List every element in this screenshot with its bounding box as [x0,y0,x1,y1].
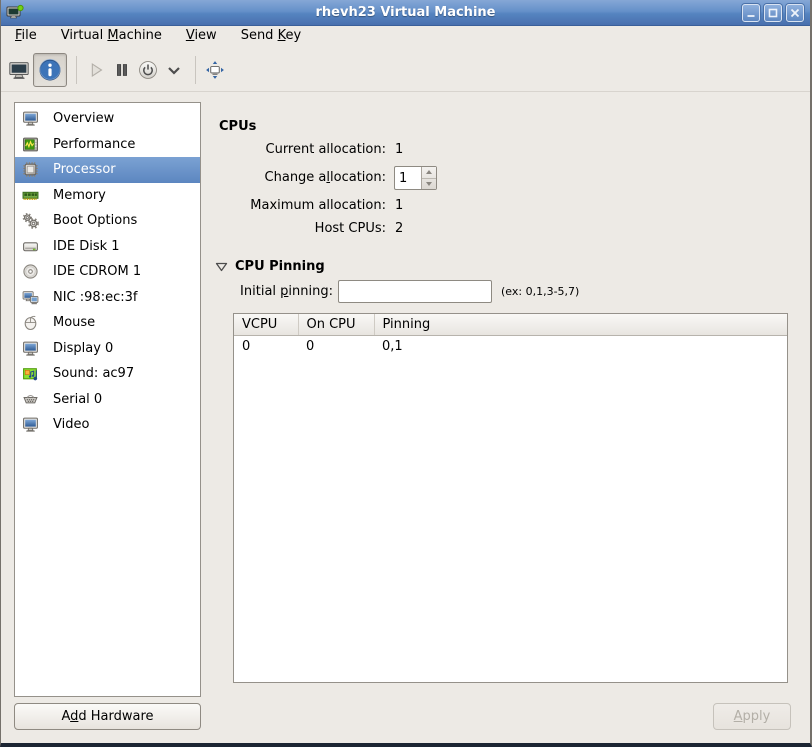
sidebar-item-performance[interactable]: Performance [15,132,200,158]
column-header-pinning[interactable]: Pinning [374,314,787,335]
maximum-allocation-label: Maximum allocation: [219,198,386,213]
table-row[interactable]: 0 0 0,1 [234,335,787,357]
sidebar-item-sound[interactable]: Sound: ac97 [15,361,200,387]
cell-on-cpu: 0 [298,335,374,357]
console-icon [8,58,30,82]
titlebar[interactable]: rhevh23 Virtual Machine [1,0,810,26]
add-hardware-button[interactable]: Add Hardware [14,703,201,730]
menu-view[interactable]: View [174,26,229,48]
sidebar-item-display-0[interactable]: Display 0 [15,336,200,362]
sidebar-item-ide-cdrom-1[interactable]: IDE CDROM 1 [15,259,200,285]
menubar: File Virtual Machine View Send Key [1,26,810,48]
cdrom-disc-icon [22,263,39,280]
sidebar-item-ide-disk-1[interactable]: IDE Disk 1 [15,234,200,260]
shutdown-power-icon [137,57,159,83]
initial-pinning-label: Initial pinning: [219,284,333,299]
monitor-icon [22,340,39,357]
menu-virtual-machine[interactable]: Virtual Machine [49,26,174,48]
change-allocation-input[interactable] [395,167,421,189]
sidebar-item-video[interactable]: Video [15,412,200,438]
network-icon [22,289,39,306]
run-button[interactable] [84,53,108,87]
sidebar-item-nic[interactable]: NIC :98:ec:3f [15,285,200,311]
initial-pinning-input[interactable] [338,280,492,303]
pause-icon [111,58,133,82]
pause-button[interactable] [110,53,134,87]
content-area: Overview Performance Processor Memory Bo… [1,92,810,743]
current-allocation-value: 1 [395,142,403,157]
pinning-format-hint: (ex: 0,1,3-5,7) [501,285,579,298]
monitor-icon [22,416,39,433]
details-button[interactable] [33,53,67,87]
spinner-up-icon[interactable] [422,167,436,179]
sidebar-item-boot-options[interactable]: Boot Options [15,208,200,234]
sidebar-item-mouse[interactable]: Mouse [15,310,200,336]
current-allocation-label: Current allocation: [219,142,386,157]
mouse-icon [22,314,39,331]
monitor-icon [22,110,39,127]
hardware-list: Overview Performance Processor Memory Bo… [14,102,201,697]
cpu-pinning-heading[interactable]: CPU Pinning [235,259,325,274]
apply-button[interactable]: Apply [713,703,791,730]
run-play-icon [85,58,107,82]
sound-card-icon [22,365,39,382]
console-button[interactable] [7,53,31,87]
change-allocation-spinner[interactable] [394,166,437,190]
cpu-chip-icon [22,161,39,178]
cell-pinning: 0,1 [374,335,787,357]
serial-port-icon [22,391,39,408]
sidebar-item-memory[interactable]: Memory [15,183,200,209]
hard-disk-icon [22,238,39,255]
shutdown-button[interactable] [136,53,160,87]
sidebar-item-processor[interactable]: Processor [15,157,200,183]
toolbar [1,48,810,92]
toolbar-separator [195,56,196,84]
performance-chart-icon [22,136,39,153]
shutdown-menu-button[interactable] [162,53,186,87]
expander-open-icon[interactable] [215,261,228,273]
details-info-icon [37,57,63,83]
fullscreen-button[interactable] [203,53,227,87]
spinner-down-icon[interactable] [422,179,436,190]
chevron-down-icon [165,61,183,79]
menu-file[interactable]: File [3,26,49,48]
fullscreen-icon [204,57,226,83]
sidebar-item-serial-0[interactable]: Serial 0 [15,387,200,413]
ram-icon [22,187,39,204]
column-header-vcpu[interactable]: VCPU [234,314,298,335]
virt-manager-window: rhevh23 Virtual Machine File Virtual Mac… [0,0,812,747]
vcpu-pinning-table[interactable]: VCPU On CPU Pinning 0 0 0,1 [233,313,788,683]
window-title: rhevh23 Virtual Machine [1,5,810,20]
change-allocation-label: Change allocation: [219,170,386,185]
cpus-section-heading: CPUs [219,119,256,134]
host-cpus-label: Host CPUs: [219,221,386,236]
gears-icon [22,212,39,229]
host-cpus-value: 2 [395,221,403,236]
table-header-row: VCPU On CPU Pinning [234,314,787,335]
maximum-allocation-value: 1 [395,198,403,213]
toolbar-separator [76,56,77,84]
sidebar-item-overview[interactable]: Overview [15,106,200,132]
column-header-on-cpu[interactable]: On CPU [298,314,374,335]
cell-vcpu: 0 [234,335,298,357]
menu-send-key[interactable]: Send Key [229,26,313,48]
